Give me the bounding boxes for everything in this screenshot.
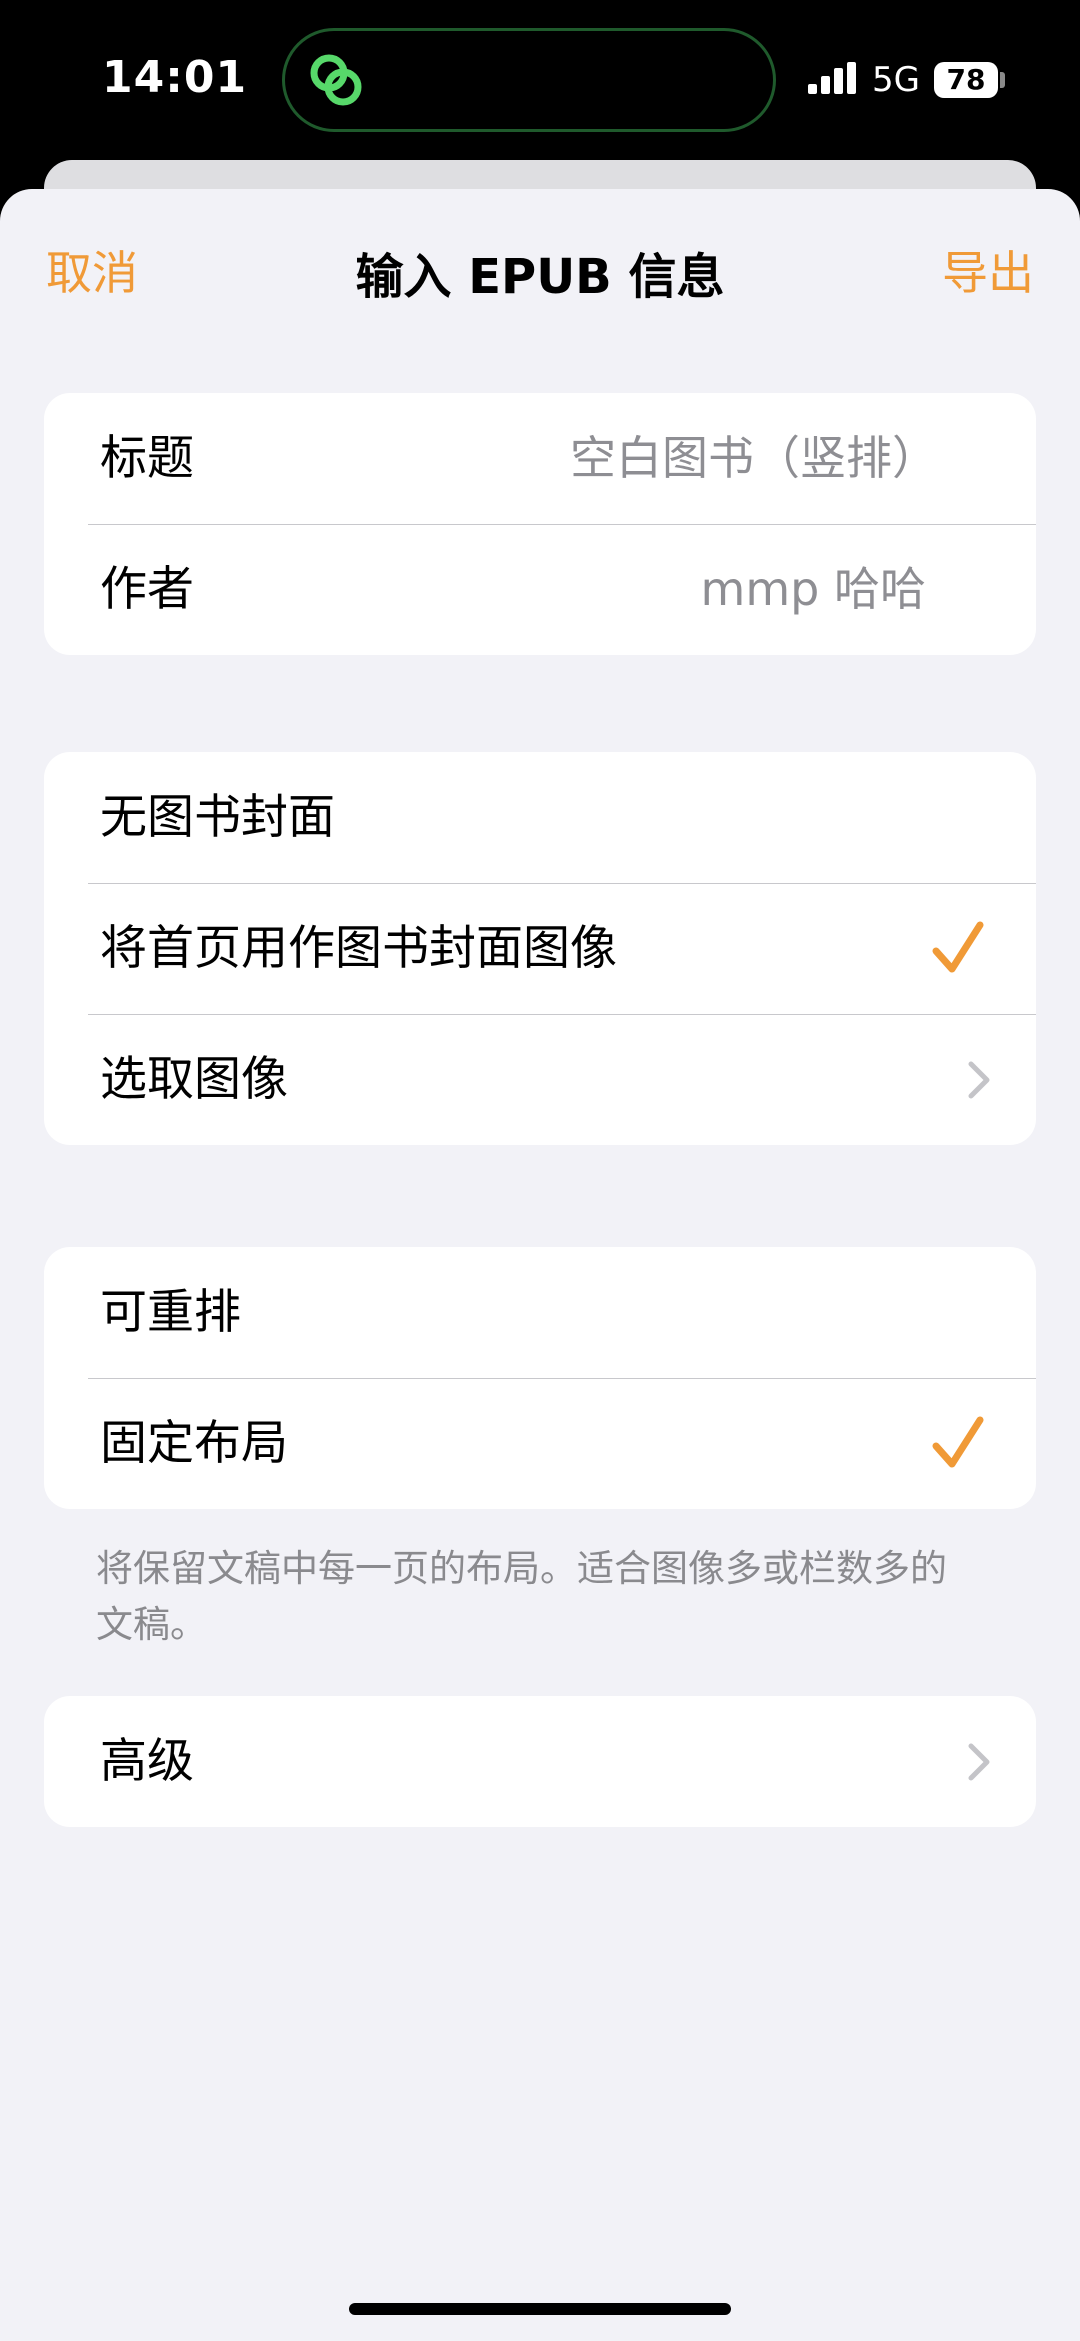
layout-options-list: 可重排 固定布局 bbox=[44, 1247, 1036, 1509]
reflowable-row[interactable]: 可重排 bbox=[44, 1247, 1036, 1378]
no-cover-label: 无图书封面 bbox=[100, 790, 335, 845]
cover-options-list: 无图书封面 将首页用作图书封面图像 选取图像 bbox=[44, 752, 1036, 1145]
title-field[interactable]: 空白图书（竖排） bbox=[570, 393, 938, 524]
checkmark-icon bbox=[932, 1416, 984, 1468]
layout-footnote: 将保留文稿中每一页的布局。适合图像多或栏数多的文稿。 bbox=[96, 1547, 947, 1646]
home-indicator[interactable] bbox=[349, 2303, 731, 2315]
advanced-label: 高级 bbox=[100, 1734, 194, 1789]
reflowable-label: 可重排 bbox=[100, 1285, 241, 1340]
network-type: 5G bbox=[872, 60, 920, 100]
title-label: 标题 bbox=[100, 431, 194, 486]
choose-image-row[interactable]: 选取图像 bbox=[44, 1014, 1036, 1145]
title-row[interactable]: 标题 空白图书（竖排） bbox=[44, 393, 1036, 524]
fixed-layout-row[interactable]: 固定布局 bbox=[44, 1378, 1036, 1509]
link-rings-icon bbox=[310, 54, 362, 106]
export-button[interactable]: 导出 bbox=[942, 237, 1034, 303]
book-info-group: 标题 空白图书（竖排） 作者 mmp 哈哈 bbox=[44, 393, 1036, 655]
no-cover-row[interactable]: 无图书封面 bbox=[44, 752, 1036, 883]
first-page-cover-row[interactable]: 将首页用作图书封面图像 bbox=[44, 883, 1036, 1014]
checkmark-icon bbox=[932, 921, 984, 973]
advanced-row[interactable]: 高级 bbox=[44, 1696, 1036, 1827]
author-row[interactable]: 作者 mmp 哈哈 bbox=[44, 524, 1036, 655]
first-page-cover-label: 将首页用作图书封面图像 bbox=[100, 921, 617, 976]
page-title: 输入 EPUB 信息 bbox=[355, 249, 725, 305]
battery-icon: 78 bbox=[934, 62, 998, 98]
fixed-layout-label: 固定布局 bbox=[100, 1416, 288, 1471]
status-time: 14:01 bbox=[102, 52, 248, 103]
advanced-group: 高级 bbox=[44, 1696, 1036, 1827]
battery-tip bbox=[1000, 72, 1005, 88]
author-label: 作者 bbox=[100, 562, 194, 617]
dynamic-island[interactable] bbox=[282, 28, 776, 132]
chevron-right-icon bbox=[968, 1743, 990, 1781]
author-field[interactable]: mmp 哈哈 bbox=[701, 524, 926, 655]
chevron-right-icon bbox=[968, 1061, 990, 1099]
choose-image-label: 选取图像 bbox=[100, 1052, 288, 1107]
status-bar: 14:01 5G 78 bbox=[0, 0, 1080, 160]
cellular-signal-icon bbox=[808, 62, 856, 94]
epub-info-sheet: 取消 输入 EPUB 信息 导出 标题 空白图书（竖排） 作者 mmp 哈哈 无… bbox=[0, 189, 1080, 2341]
